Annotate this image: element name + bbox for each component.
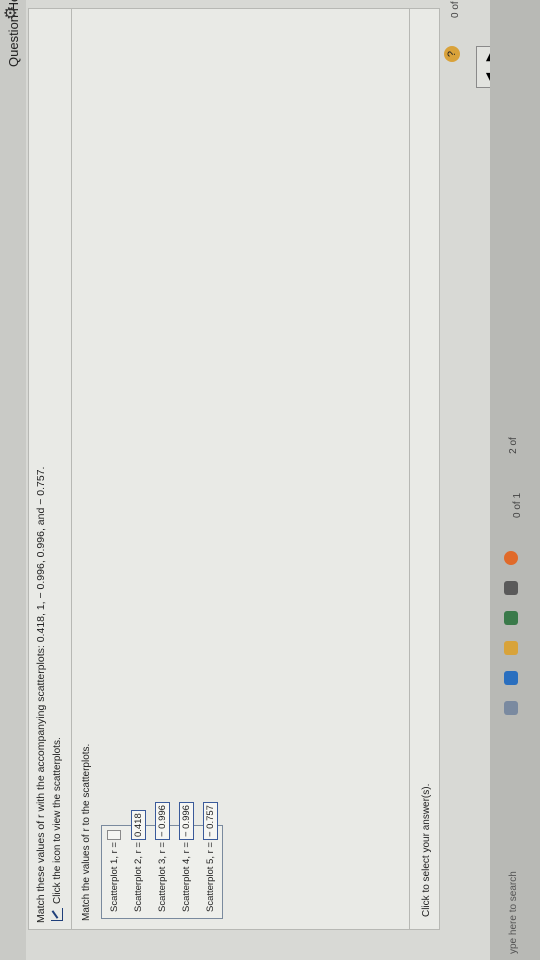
taskbar-search[interactable]: ype here to search — [498, 834, 528, 960]
chrome-icon[interactable] — [504, 551, 518, 565]
answer-box[interactable]: 0.418 — [130, 810, 146, 841]
score-a: 0 of — [450, 1, 461, 18]
row-label: Scatterplot 4, r = — [180, 842, 192, 912]
help-icon[interactable]: ? — [444, 46, 460, 62]
divider — [71, 9, 72, 929]
task-view-icon[interactable] — [504, 701, 518, 715]
top-bar: Question Help ⚙ — [0, 0, 26, 960]
taskbar: ype here to search — [490, 0, 540, 960]
answer-table: Scatterplot 1, r = Scatterplot 2, r = 0.… — [101, 802, 223, 919]
select-hint: Click to select your answer(s). — [421, 783, 432, 917]
row-label: Scatterplot 1, r = — [108, 842, 120, 912]
answer-box[interactable]: − 0.996 — [154, 802, 170, 841]
answer-box[interactable]: − 0.996 — [178, 802, 194, 841]
question-intro: Match these values of r with the accompa… — [35, 466, 47, 923]
question-panel: Match these values of r with the accompa… — [28, 8, 440, 930]
screen: Question Help ⚙ Match these values of r … — [0, 0, 540, 960]
divider — [409, 9, 410, 929]
score-b: 2 of — [507, 437, 519, 454]
scatterplot-link[interactable]: Click the icon to view the scatterplots. — [51, 737, 63, 921]
chart-icon[interactable] — [51, 908, 63, 921]
table-row: Scatterplot 1, r = — [102, 826, 126, 918]
table-row: Scatterplot 3, r = − 0.996 — [150, 802, 174, 918]
row-label: Scatterplot 3, r = — [156, 842, 168, 912]
edge-icon[interactable] — [504, 671, 518, 685]
row-label: Scatterplot 5, r = — [204, 842, 216, 912]
table-row: Scatterplot 5, r = − 0.757 — [198, 802, 222, 918]
mail-icon[interactable] — [504, 581, 518, 595]
row-label: Scatterplot 2, r = — [132, 842, 144, 912]
instruction-text: Match the values of r to the scatterplot… — [81, 743, 92, 921]
answer-box[interactable]: − 0.757 — [202, 802, 218, 841]
table-row: Scatterplot 2, r = 0.418 — [126, 810, 150, 918]
photo-background: Question Help ⚙ Match these values of r … — [0, 0, 540, 960]
answer-box[interactable] — [107, 830, 121, 841]
table-row: Scatterplot 4, r = − 0.996 — [174, 802, 198, 918]
store-icon[interactable] — [504, 611, 518, 625]
gear-icon[interactable]: ⚙ — [1, 6, 21, 20]
folder-icon[interactable] — [504, 641, 518, 655]
score-c: 0 of 1 — [512, 492, 524, 519]
hint-text: Click the icon to view the scatterplots. — [51, 737, 63, 904]
